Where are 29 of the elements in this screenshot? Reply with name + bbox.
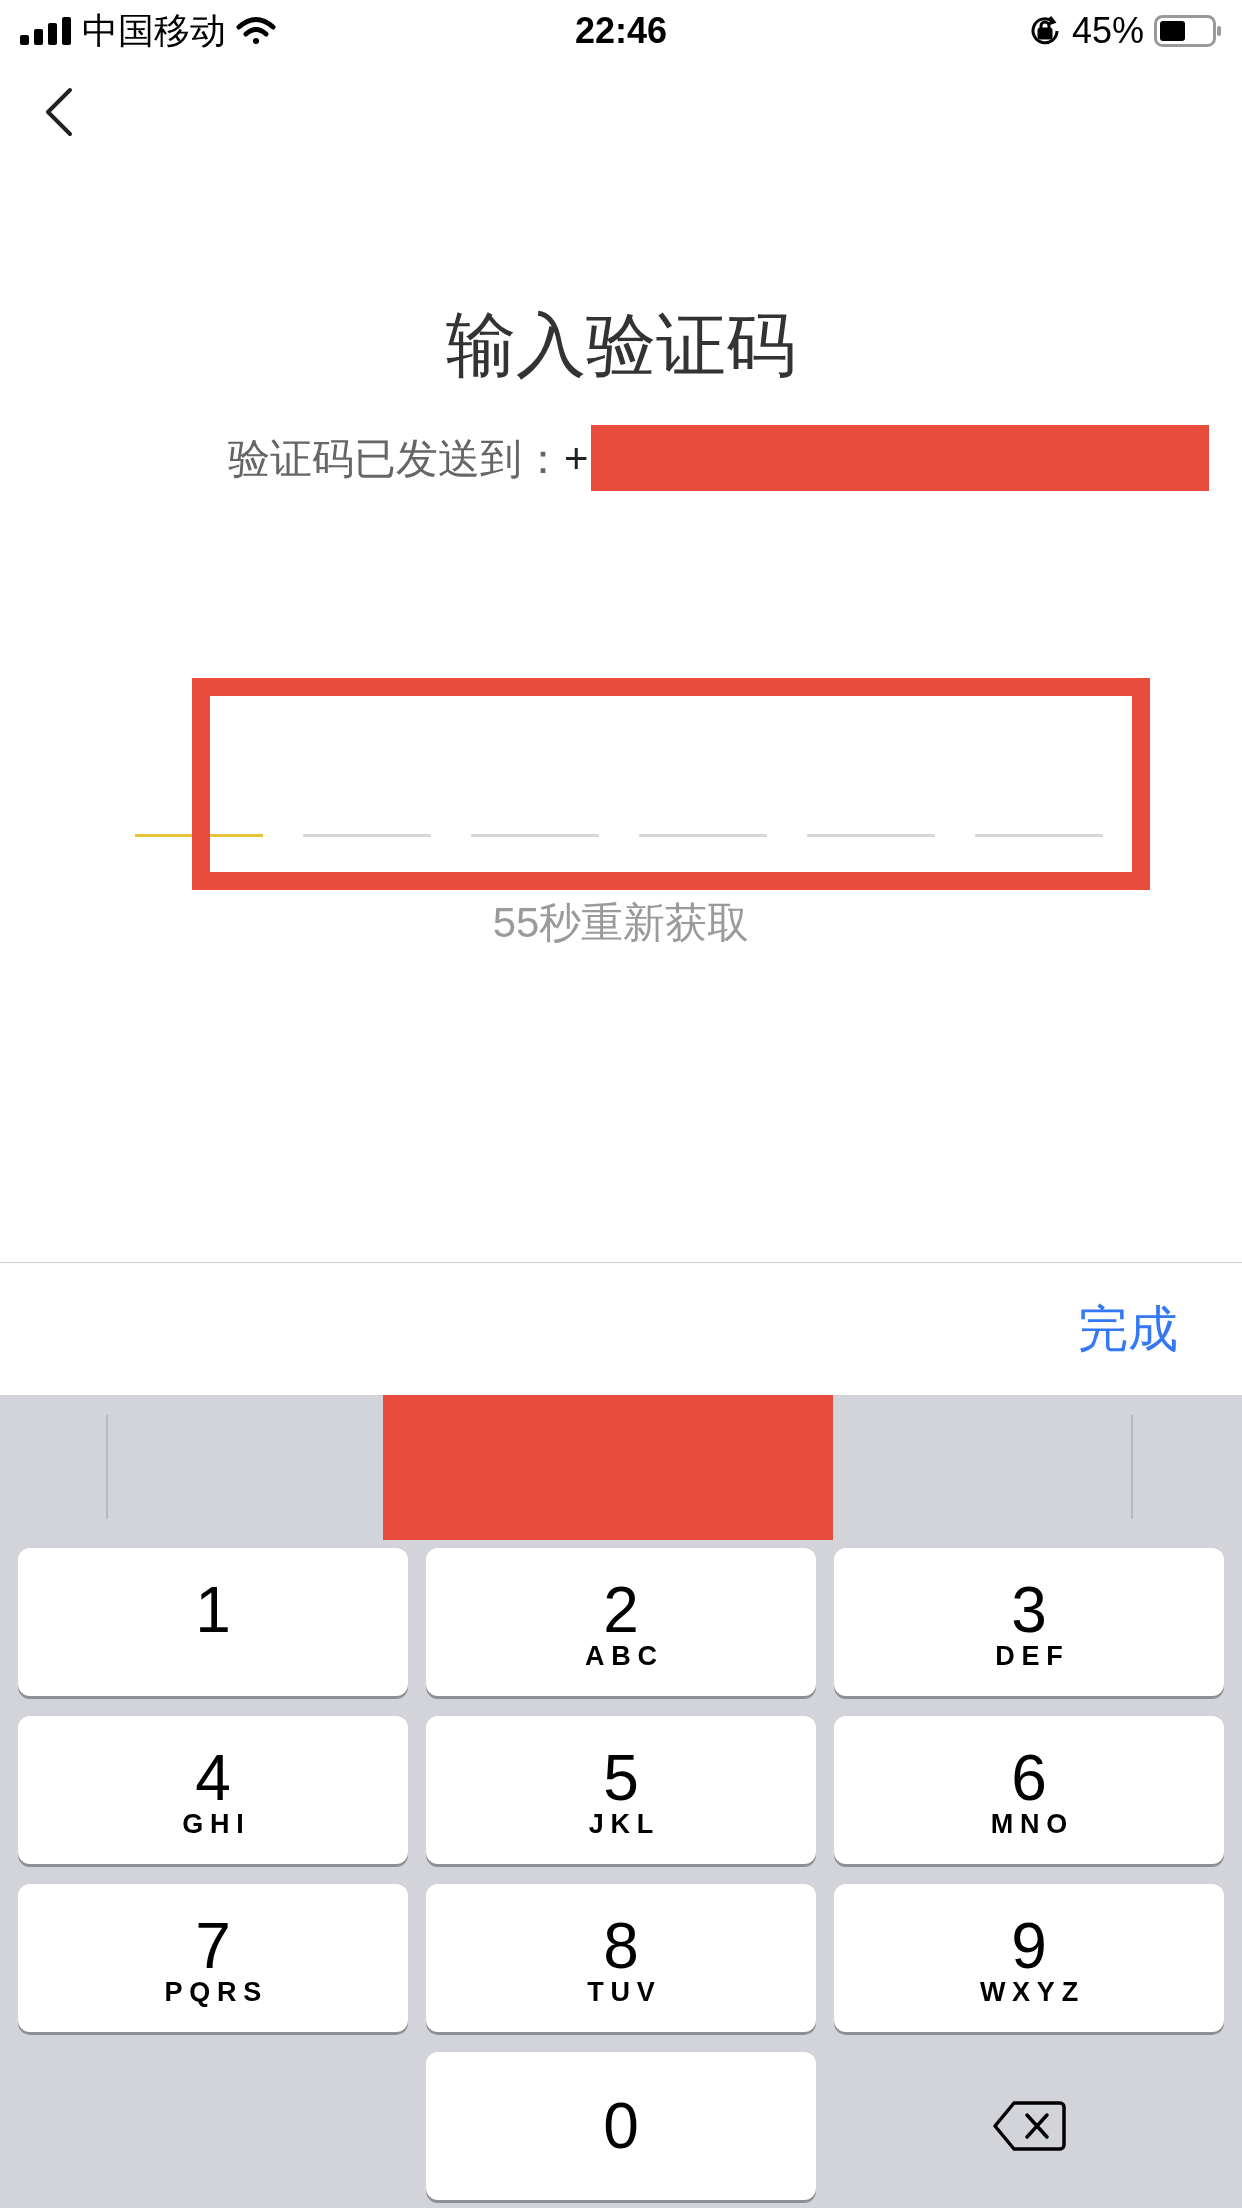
phone-prefix: + [564, 433, 589, 484]
signal-icon [20, 17, 72, 45]
keypad-key[interactable]: 9 WXYZ [834, 1884, 1224, 2032]
code-slot[interactable] [807, 834, 935, 837]
keypad-key[interactable]: 7 PQRS [18, 1884, 408, 2032]
keypad-key[interactable]: 4 GHI [18, 1716, 408, 1864]
done-button[interactable]: 完成 [1078, 1291, 1178, 1367]
carrier-name: 中国移动 [82, 9, 226, 53]
battery-icon [1154, 15, 1222, 47]
sent-to-label: 验证码已发送到： [228, 433, 564, 484]
status-time: 22:46 [574, 9, 668, 53]
code-slot[interactable] [135, 834, 263, 837]
page-title: 输入验证码 [446, 305, 796, 386]
keypad-key[interactable]: 1 [18, 1548, 408, 1696]
keypad-key[interactable]: 6 MNO [834, 1716, 1224, 1864]
keypad-key[interactable]: 2 ABC [426, 1548, 816, 1696]
resend-countdown: 55秒重新获取 [492, 898, 750, 948]
backspace-icon[interactable] [992, 2100, 1066, 2152]
code-slot[interactable] [303, 834, 431, 837]
keypad-key[interactable]: 8 TUV [426, 1884, 816, 2032]
wifi-icon [236, 16, 276, 46]
keypad-key[interactable]: 0 [426, 2052, 816, 2200]
code-slot[interactable] [975, 834, 1103, 837]
keypad-key[interactable]: 3 DEF [834, 1548, 1224, 1696]
battery-percent: 45% [1071, 9, 1144, 53]
keypad-key[interactable]: 5 JKL [426, 1716, 816, 1864]
back-icon[interactable] [44, 87, 74, 137]
code-slot[interactable] [471, 834, 599, 837]
code-slot[interactable] [639, 834, 767, 837]
